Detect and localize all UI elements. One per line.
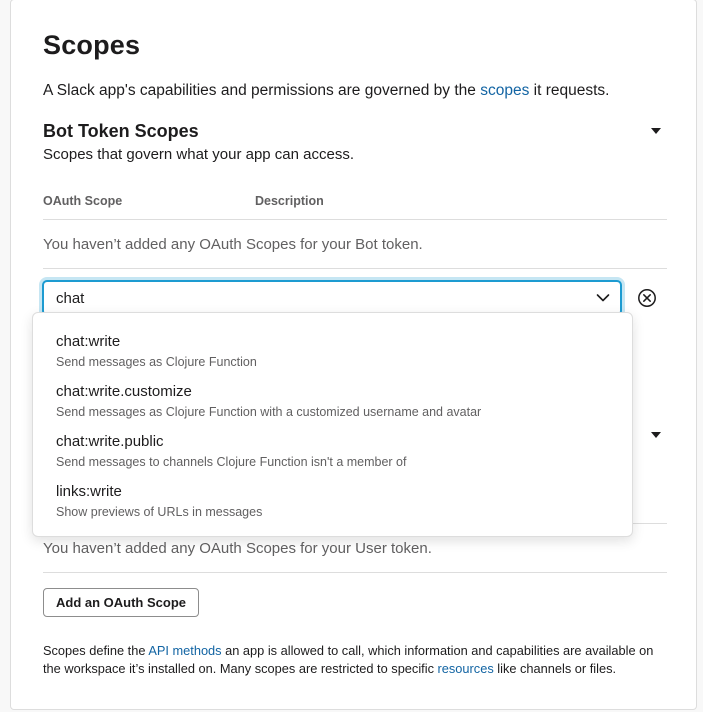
bot-scopes-empty-text: You haven’t added any OAuth Scopes for y… [43, 236, 423, 253]
scope-option-description: Send messages to channels Clojure Functi… [56, 455, 407, 469]
scope-option-description: Show previews of URLs in messages [56, 505, 263, 519]
user-scopes-empty-text: You haven’t added any OAuth Scopes for y… [43, 540, 432, 557]
scope-option-description: Send messages as Clojure Function with a… [56, 405, 482, 419]
resources-link[interactable]: resources [438, 661, 494, 676]
scope-option-name: chat:write.public [56, 433, 164, 450]
scope-option[interactable]: chat:write Send messages as Clojure Func… [33, 333, 632, 383]
column-header-oauth-scope: OAuth Scope [43, 194, 123, 208]
scope-search-combobox[interactable]: chat [42, 280, 622, 316]
user-section-collapse-icon[interactable] [651, 432, 661, 438]
divider [43, 268, 667, 269]
add-oauth-scope-button[interactable]: Add an OAuth Scope [43, 588, 199, 617]
footer-text: Scopes define the API methods an app is … [43, 642, 663, 678]
intro-text-start: A Slack app's capabilities and permissio… [43, 82, 481, 99]
scope-option-name: links:write [56, 483, 122, 500]
scope-option-description: Send messages as Clojure Function [56, 355, 257, 369]
scope-option-name: chat:write.customize [56, 383, 192, 400]
footer-text-part: Scopes define the [43, 643, 149, 658]
bot-token-scopes-subtitle: Scopes that govern what your app can acc… [43, 146, 355, 163]
scope-option[interactable]: chat:write.customize Send messages as Cl… [33, 383, 632, 433]
intro-text-end: it requests. [529, 82, 610, 99]
scope-option[interactable]: links:write Show previews of URLs in mes… [33, 483, 632, 533]
bot-section-collapse-icon[interactable] [651, 128, 661, 134]
divider [43, 219, 667, 220]
scope-search-input[interactable]: chat [56, 290, 84, 307]
scopes-link[interactable]: scopes [480, 82, 529, 99]
api-methods-link[interactable]: API methods [148, 643, 221, 658]
scope-option-name: chat:write [56, 333, 121, 350]
scope-option[interactable]: chat:write.public Send messages to chann… [33, 433, 632, 483]
close-circle-icon[interactable] [637, 288, 657, 308]
column-header-description: Description [255, 194, 324, 208]
scopes-card: Scopes A Slack app's capabilities and pe… [10, 0, 697, 710]
bot-token-scopes-title: Bot Token Scopes [43, 121, 199, 141]
chevron-down-icon[interactable] [596, 293, 610, 303]
intro-text: A Slack app's capabilities and permissio… [43, 82, 609, 100]
scope-suggestions-dropdown: chat:write Send messages as Clojure Func… [32, 312, 633, 537]
footer-text-part: like channels or files. [493, 661, 617, 676]
page-title: Scopes [43, 30, 141, 60]
divider [43, 572, 667, 573]
